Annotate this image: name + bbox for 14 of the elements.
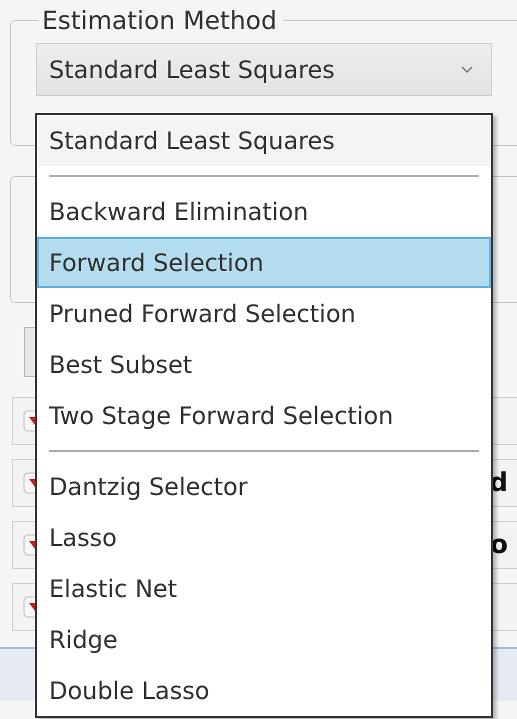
dropdown-option[interactable]: Pruned Forward Selection [37, 288, 491, 339]
dropdown-option[interactable]: Forward Selection [37, 237, 491, 288]
dropdown-option[interactable]: Ridge [37, 614, 491, 665]
dropdown-option[interactable]: Backward Elimination [37, 186, 491, 237]
dropdown-option[interactable]: Best Subset [37, 339, 491, 390]
dropdown-option[interactable]: Dantzig Selector [37, 461, 491, 512]
group-title: Estimation Method [41, 6, 278, 35]
dropdown-option[interactable]: Two Stage Forward Selection [37, 390, 491, 441]
dropdown-option[interactable]: Lasso [37, 512, 491, 563]
dropdown-option[interactable]: Standard Least Squares [37, 115, 491, 166]
dropdown-option[interactable]: Elastic Net [37, 563, 491, 614]
method-dropdown[interactable]: Standard Least Squares [36, 43, 492, 96]
dropdown-option[interactable]: Double Lasso [37, 665, 491, 716]
chevron-down-icon [461, 66, 473, 74]
